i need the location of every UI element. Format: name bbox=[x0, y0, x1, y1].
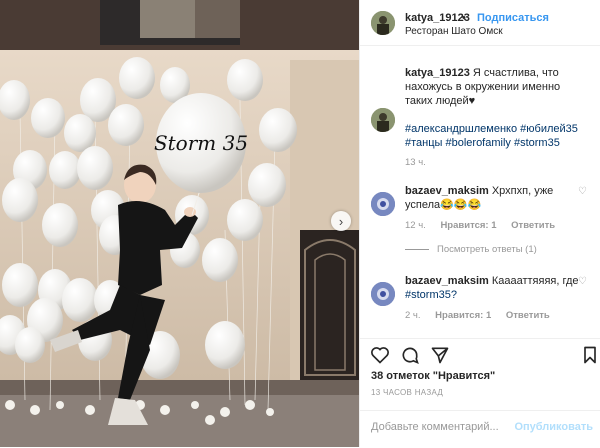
reply-button[interactable]: Ответить bbox=[506, 310, 550, 321]
separator-dot: • bbox=[462, 12, 466, 24]
caption-text: katya_19123 Я счастлива, что нахожусь в … bbox=[405, 66, 585, 108]
post-sidebar: katya_19123 • Подписаться Ресторан Шато … bbox=[359, 0, 600, 447]
caption-username[interactable]: katya_19123 bbox=[405, 67, 470, 79]
caption-time: 13 ч. bbox=[405, 157, 426, 168]
location-link[interactable]: Ресторан Шато Омск bbox=[405, 26, 503, 37]
next-photo-button[interactable]: › bbox=[331, 211, 351, 231]
comment-likes[interactable]: Нравится: 1 bbox=[440, 220, 496, 231]
comment-text: bazaev_maksim Кааааттяяяя, где #storm35? bbox=[405, 274, 585, 302]
action-bar bbox=[360, 338, 600, 369]
follow-button[interactable]: Подписаться bbox=[477, 12, 549, 24]
avatar[interactable] bbox=[371, 108, 395, 132]
avatar[interactable] bbox=[371, 11, 395, 35]
photo-illustration: Storm 35 bbox=[0, 0, 359, 447]
comment-meta: 12 ч. Нравится: 1 Ответить bbox=[405, 220, 567, 231]
comments-section[interactable]: katya_19123 Я счастлива, что нахожусь в … bbox=[360, 46, 600, 336]
heart-icon[interactable]: ♡ bbox=[578, 186, 587, 197]
like-icon[interactable] bbox=[370, 345, 390, 365]
chevron-right-icon: › bbox=[338, 213, 344, 229]
comment-body: Кааааттяяяя, где bbox=[491, 275, 579, 287]
view-replies-button[interactable]: Посмотреть ответы (1) bbox=[405, 244, 537, 255]
add-comment-bar: Добавьте комментарий... Опубликовать bbox=[360, 410, 600, 448]
replies-line bbox=[405, 248, 429, 250]
avatar[interactable] bbox=[371, 282, 395, 306]
comment-text: bazaev_maksim Хрхпхп, уже успела😂😂😂 bbox=[405, 184, 585, 212]
comment-username[interactable]: bazaev_maksim bbox=[405, 185, 489, 197]
share-icon[interactable] bbox=[430, 345, 450, 365]
avatar[interactable] bbox=[371, 192, 395, 216]
comment-input[interactable]: Добавьте комментарий... bbox=[371, 421, 499, 433]
likes-count[interactable]: 38 отметок "Нравится" bbox=[371, 370, 495, 382]
post-header: katya_19123 • Подписаться Ресторан Шато … bbox=[360, 0, 600, 46]
comment-icon[interactable] bbox=[400, 345, 420, 365]
comment-hashtag[interactable]: #storm35? bbox=[405, 289, 457, 301]
bookmark-icon[interactable] bbox=[580, 345, 600, 365]
heart-icon[interactable]: ♡ bbox=[578, 276, 587, 287]
view-replies-label: Посмотреть ответы (1) bbox=[437, 244, 537, 255]
instagram-post: Storm 35 › katya_19123 • Подписаться Рес… bbox=[0, 0, 600, 447]
post-photo[interactable]: Storm 35 › bbox=[0, 0, 359, 447]
post-time: 13 ЧАСОВ НАЗАД bbox=[371, 388, 444, 397]
balloon-text: Storm 35 bbox=[154, 131, 248, 155]
comment-likes[interactable]: Нравится: 1 bbox=[435, 310, 491, 321]
comment-time: 2 ч. bbox=[405, 310, 421, 321]
comment-meta: 2 ч. Нравится: 1 Ответить bbox=[405, 310, 562, 321]
header-username[interactable]: katya_19123 bbox=[405, 12, 470, 24]
comment-username[interactable]: bazaev_maksim bbox=[405, 275, 489, 287]
caption-hashtags[interactable]: #александршлеменко #юбилей35 #танцы #bol… bbox=[405, 122, 585, 150]
publish-button[interactable]: Опубликовать bbox=[514, 421, 593, 433]
comment-time: 12 ч. bbox=[405, 220, 426, 231]
reply-button[interactable]: Ответить bbox=[511, 220, 555, 231]
